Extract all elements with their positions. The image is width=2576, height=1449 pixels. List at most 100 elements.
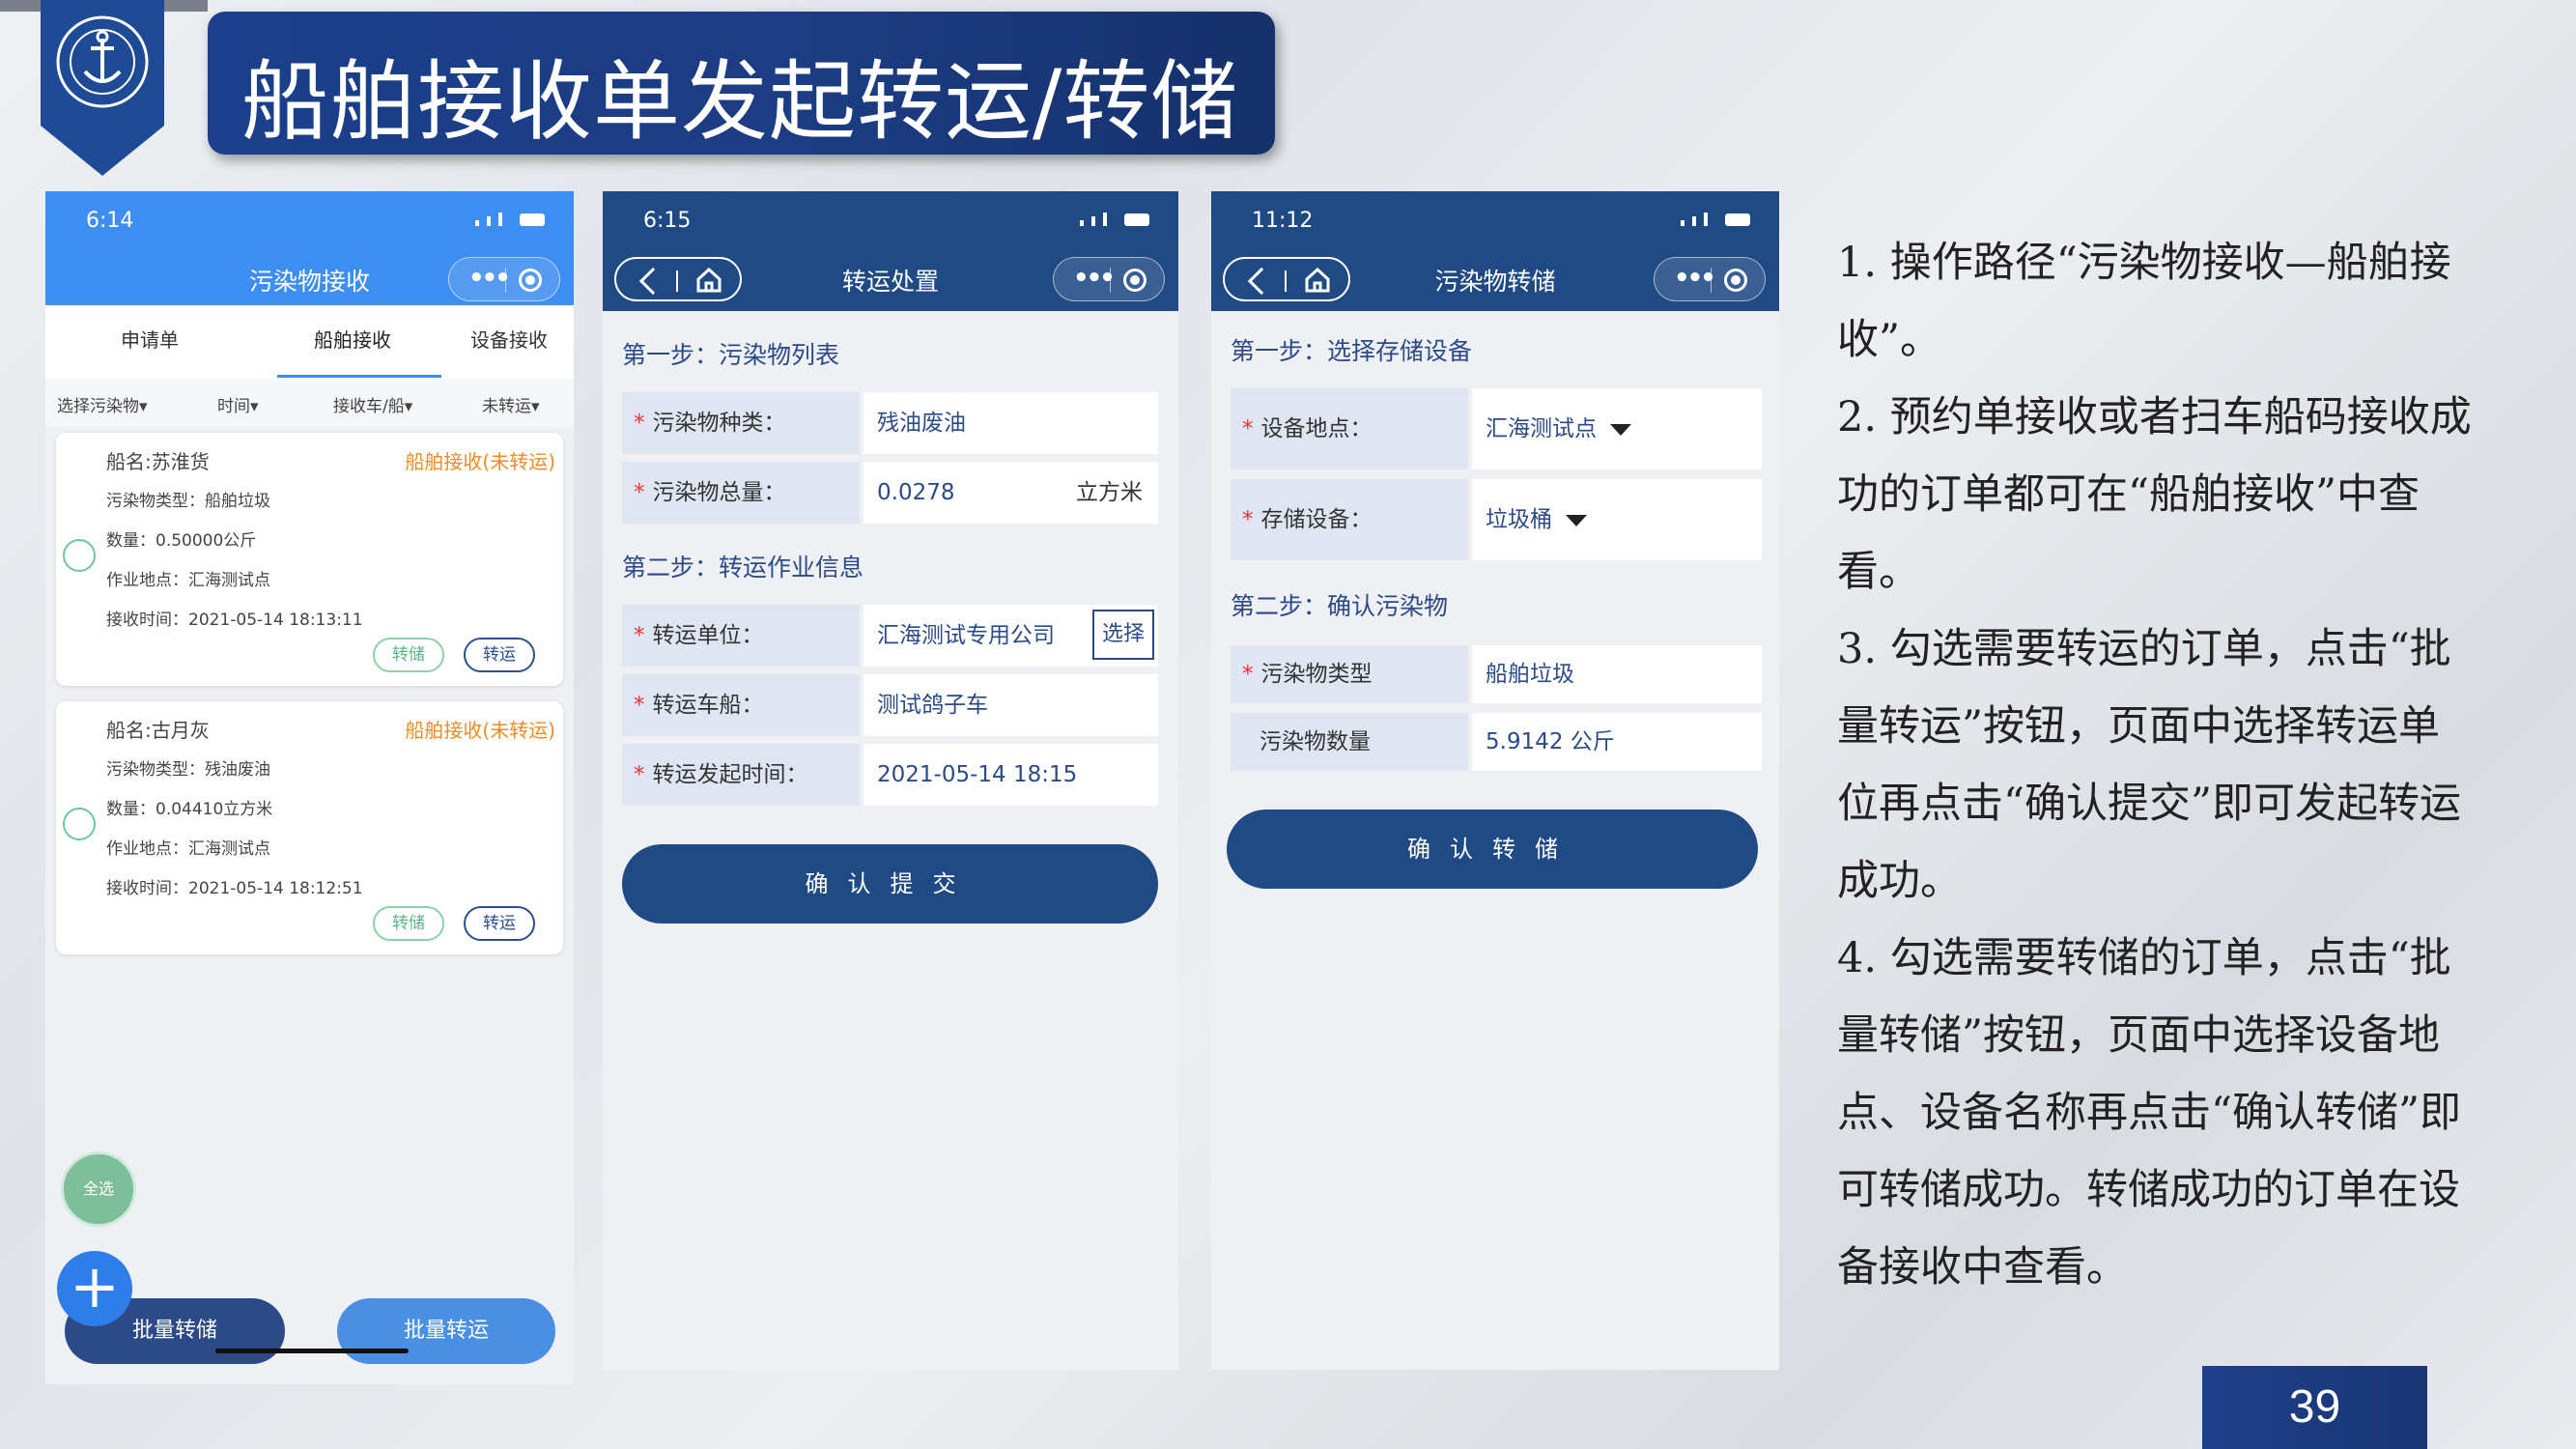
status-bar: 11:12 xyxy=(1211,191,1779,249)
storage-device-select[interactable]: 垃圾桶 xyxy=(1472,479,1762,560)
close-target-icon[interactable] xyxy=(1123,269,1146,292)
instruction-step-1: 1. 操作路径“污染物接收—船舶接收”。 xyxy=(1837,239,2451,364)
field-label: * 设备地点： xyxy=(1231,388,1468,469)
ship-name: 船名:苏淮货 xyxy=(106,450,210,473)
transfer-vehicle-value[interactable]: 测试鸽子车 xyxy=(863,674,1158,736)
tab-bar: 申请单 船舶接收 设备接收 xyxy=(45,305,574,379)
phone-pollutant-storage: 11:12 污染物转储 ••• 第一步：选择存储设备 * 设备地点： 汇海测试点 … xyxy=(1211,191,1779,1370)
status-bar: 6:14 xyxy=(45,191,574,249)
phone-transfer-disposal: 6:15 转运处置 ••• 第一步：污染物列表 * 污染物种类： 残油废油 * 污染… xyxy=(603,191,1178,1370)
status-time: 11:12 xyxy=(1252,209,1314,233)
pollutant-type: 污染物类型：船舶垃圾 xyxy=(106,492,270,511)
receive-time: 接收时间：2021-05-14 18:13:11 xyxy=(106,611,363,630)
status-bar: 6:15 xyxy=(603,191,1178,249)
mini-program-capsule[interactable]: ••• xyxy=(1053,257,1165,301)
store-button[interactable]: 转储 xyxy=(373,638,444,672)
form-row: * 转运单位： 汇海测试专用公司 选择 xyxy=(622,605,1158,667)
select-checkbox[interactable] xyxy=(63,539,96,572)
filter-pollutant[interactable]: 选择污染物▾ xyxy=(57,392,148,416)
close-target-icon[interactable] xyxy=(519,269,542,292)
mini-program-capsule[interactable]: ••• xyxy=(1654,257,1766,301)
confirm-storage-button[interactable]: 确认转储 xyxy=(1227,810,1758,889)
nav-bar: 污染物转储 ••• xyxy=(1211,249,1779,309)
nav-bar: 转运处置 ••• xyxy=(603,249,1178,309)
signal-wifi-battery-icon xyxy=(475,213,545,226)
select-checkbox[interactable] xyxy=(63,808,96,840)
device-location-select[interactable]: 汇海测试点 xyxy=(1472,388,1762,469)
pollutant-quantity-value: 5.9142 公斤 xyxy=(1472,713,1762,771)
more-icon[interactable]: ••• xyxy=(1674,264,1716,293)
transfer-time-value[interactable]: 2021-05-14 18:15 xyxy=(863,744,1158,806)
tab-underline xyxy=(277,375,441,378)
home-indicator xyxy=(215,1349,409,1353)
page-number: 39 xyxy=(2202,1366,2427,1449)
filter-vehicle[interactable]: 接收车/船▾ xyxy=(333,392,412,416)
work-place: 作业地点：汇海测试点 xyxy=(106,571,270,590)
form-row: 污染物数量 5.9142 公斤 xyxy=(1231,713,1762,771)
transfer-unit-value: 汇海测试专用公司 选择 xyxy=(863,605,1158,667)
dropdown-caret-icon xyxy=(1566,514,1587,526)
field-label: * 转运单位： xyxy=(622,605,860,667)
step1-heading: 第一步：污染物列表 xyxy=(622,341,840,369)
more-icon[interactable]: ••• xyxy=(1073,264,1116,293)
store-button[interactable]: 转储 xyxy=(373,906,444,941)
filter-status[interactable]: 未转运▾ xyxy=(482,392,540,416)
plus-icon[interactable]: + xyxy=(57,1251,132,1326)
instruction-text: 1. 操作路径“污染物接收—船舶接收”。 2. 预约单接收或者扫车船码接收成功的… xyxy=(1837,224,2475,1306)
step1-heading: 第一步：选择存储设备 xyxy=(1231,337,1473,365)
form-row: * 污染物类型 船舶垃圾 xyxy=(1231,645,1762,703)
form-row: * 转运车船： 测试鸽子车 xyxy=(622,674,1158,736)
instruction-step-3: 3. 勾选需要转运的订单，点击“批量转运”按钮，页面中选择转运单位再点击“确认提… xyxy=(1837,625,2461,905)
field-label: 污染物数量 xyxy=(1231,713,1468,771)
work-place: 作业地点：汇海测试点 xyxy=(106,839,270,859)
tab-device-receive[interactable]: 设备接收 xyxy=(470,325,548,353)
pollutant-total-value: 0.0278 立方米 xyxy=(863,462,1158,524)
quantity: 数量：0.50000公斤 xyxy=(106,531,257,551)
status-time: 6:14 xyxy=(86,209,134,233)
signal-wifi-battery-icon xyxy=(1080,213,1149,226)
close-target-icon[interactable] xyxy=(1724,269,1747,292)
batch-transfer-button[interactable]: 批量转运 xyxy=(337,1298,555,1364)
step2-heading: 第二步：确认污染物 xyxy=(1231,592,1449,620)
confirm-submit-button[interactable]: 确认提交 xyxy=(622,844,1158,923)
field-label: * 污染物类型 xyxy=(1231,645,1468,703)
form-row: * 污染物种类： 残油废油 xyxy=(622,392,1158,454)
filter-time[interactable]: 时间▾ xyxy=(217,392,259,416)
tab-ship-receive[interactable]: 船舶接收 xyxy=(314,325,391,353)
slide-title: 船舶接收单发起转运/转储 xyxy=(241,51,1239,153)
field-label: * 转运发起时间： xyxy=(622,744,860,806)
form-row: * 存储设备： 垃圾桶 xyxy=(1231,479,1762,560)
signal-wifi-battery-icon xyxy=(1681,213,1750,226)
unit-label: 立方米 xyxy=(1076,480,1143,505)
field-label: * 存储设备： xyxy=(1231,479,1468,560)
filter-bar: 选择污染物▾ 时间▾ 接收车/船▾ 未转运▾ xyxy=(45,379,574,427)
quantity: 数量：0.04410立方米 xyxy=(106,800,273,819)
order-card[interactable]: 船名:古月灰 船舶接收(未转运) 污染物类型：残油废油 数量：0.04410立方… xyxy=(56,701,563,954)
dropdown-caret-icon xyxy=(1610,423,1631,436)
choose-button[interactable]: 选择 xyxy=(1092,610,1154,660)
order-card[interactable]: 船名:苏淮货 船舶接收(未转运) 污染物类型：船舶垃圾 数量：0.50000公斤… xyxy=(56,433,563,686)
china-msa-emblem-icon xyxy=(41,0,164,176)
form-row: * 污染物总量： 0.0278 立方米 xyxy=(622,462,1158,524)
field-label: * 污染物总量： xyxy=(622,462,860,524)
pollutant-type-value: 船舶垃圾 xyxy=(1472,645,1762,703)
pollutant-type: 污染物类型：残油废油 xyxy=(106,760,270,780)
status-time: 6:15 xyxy=(643,209,692,233)
status-label: 船舶接收(未转运) xyxy=(405,450,555,473)
instruction-step-4: 4. 勾选需要转储的订单，点击“批量转储”按钮，页面中选择设备地点、设备名称再点… xyxy=(1837,934,2461,1292)
field-label: * 转运车船： xyxy=(622,674,860,736)
step2-heading: 第二步：转运作业信息 xyxy=(622,554,864,582)
instruction-step-2: 2. 预约单接收或者扫车船码接收成功的订单都可在“船舶接收”中查看。 xyxy=(1837,393,2472,596)
more-icon[interactable]: ••• xyxy=(468,264,511,293)
transfer-button[interactable]: 转运 xyxy=(464,638,535,672)
tab-application[interactable]: 申请单 xyxy=(121,325,179,353)
nav-bar: 污染物接收 ••• xyxy=(45,249,574,343)
select-all-button[interactable]: 全选 xyxy=(61,1151,136,1227)
transfer-button[interactable]: 转运 xyxy=(464,906,535,941)
field-label: * 污染物种类： xyxy=(622,392,860,454)
receive-time: 接收时间：2021-05-14 18:12:51 xyxy=(106,879,363,898)
pollutant-kind-value: 残油废油 xyxy=(863,392,1158,454)
mini-program-capsule[interactable]: ••• xyxy=(448,257,560,301)
slide-title-bar: 船舶接收单发起转运/转储 xyxy=(208,12,1275,155)
form-row: * 转运发起时间： 2021-05-14 18:15 xyxy=(622,744,1158,806)
